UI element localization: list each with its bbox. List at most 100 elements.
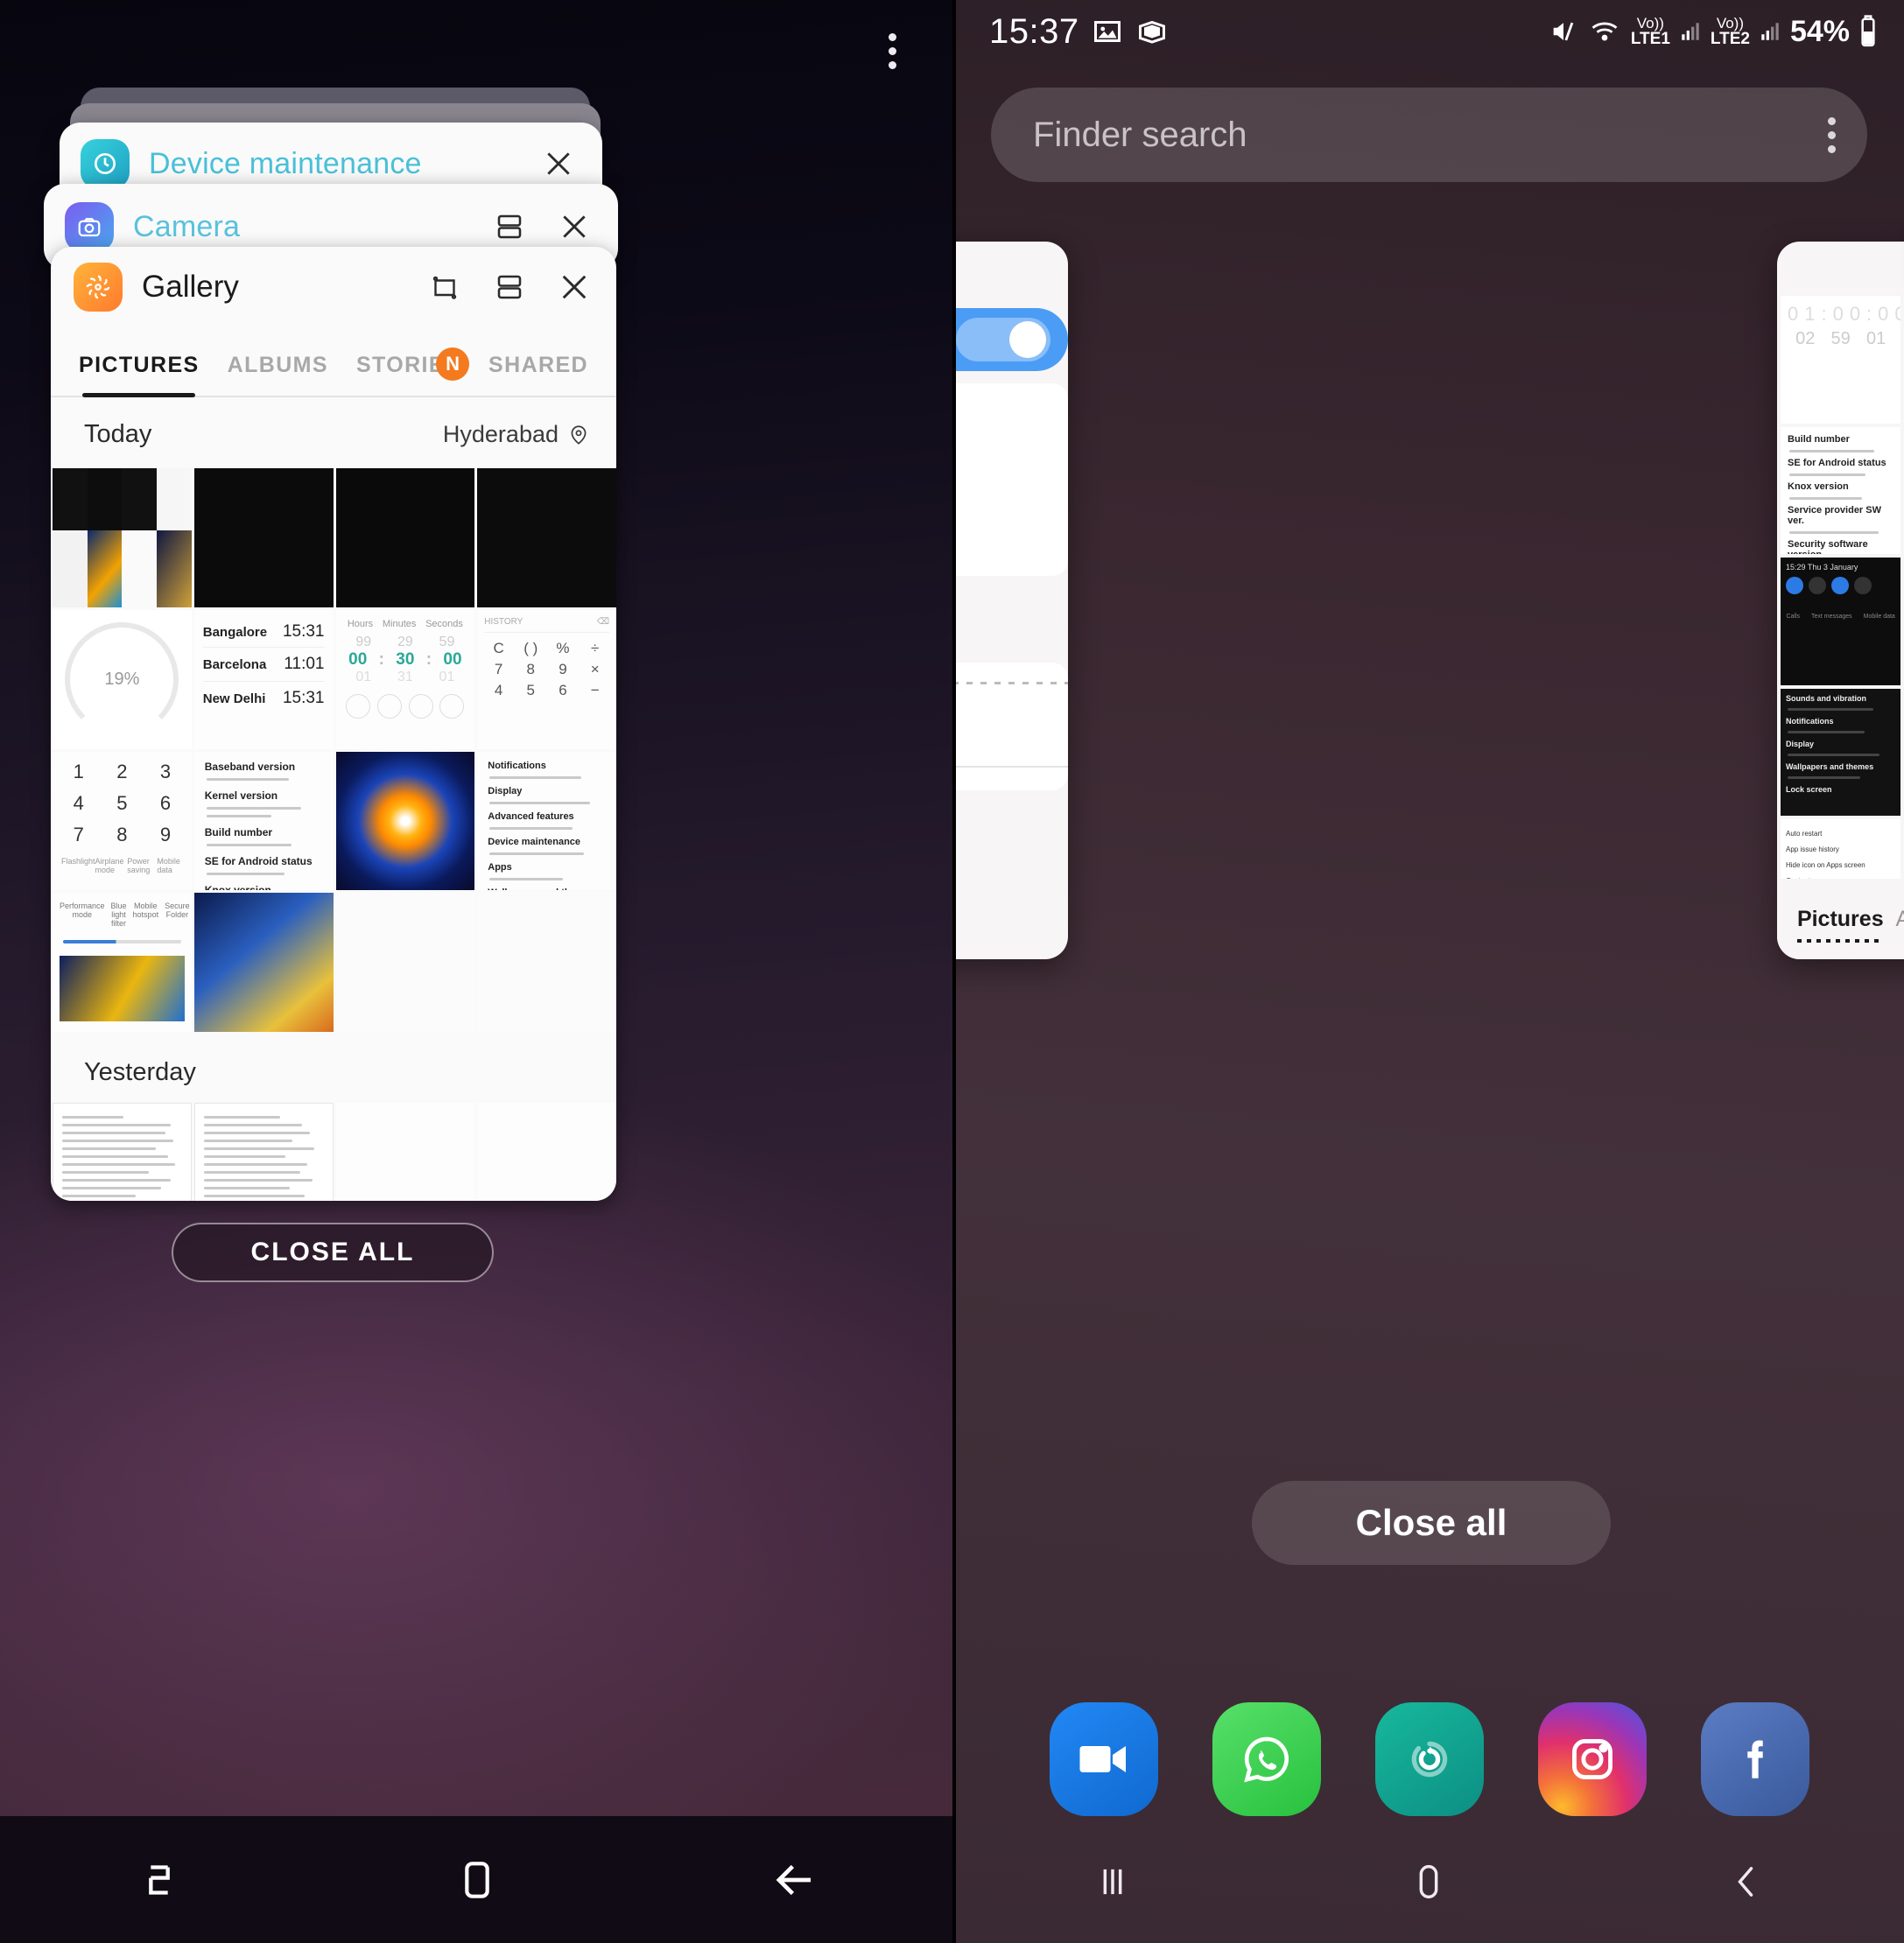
section-label-today: Today — [84, 420, 152, 448]
finder-search-bar[interactable]: Finder search — [991, 88, 1867, 182]
device-info-item: Knox version — [204, 883, 271, 891]
instagram-icon[interactable] — [1537, 1702, 1647, 1816]
photo-thumb-battery[interactable]: 19% — [53, 609, 192, 749]
photo-thumb-home-screen[interactable] — [193, 893, 334, 1032]
dial-key[interactable]: 3 — [148, 761, 183, 783]
home-button[interactable] — [438, 1849, 516, 1911]
calc-key[interactable]: C — [484, 640, 513, 657]
kebab-dot — [1828, 116, 1836, 125]
photo-thumb-settings-list[interactable]: Notifications Display Advanced features … — [477, 751, 616, 891]
calc-key[interactable]: 5 — [516, 682, 545, 699]
close-all-button[interactable]: CLOSE ALL — [172, 1223, 494, 1282]
tab-shared[interactable]: SHARED — [474, 353, 602, 396]
search-input[interactable]: Finder search — [1033, 116, 1828, 155]
tab-pictures[interactable]: PICTURES — [65, 353, 214, 397]
recent-card-title: Device maintenance — [149, 146, 422, 180]
gallery-bottom-tabs: Pictures Albums Stories Shared — [1777, 879, 1904, 959]
photo-thumb-calculator[interactable]: HISTORY ⌫ C ( ) % ÷ 7 8 9 × 4 5 6 − — [477, 609, 616, 749]
photo-thumb-about-phone[interactable]: Build number SE for Android status Knox … — [1781, 426, 1901, 555]
timer-header: Minutes — [382, 618, 417, 629]
settings-item: Notifications — [1786, 716, 1834, 726]
close-icon[interactable] — [537, 143, 580, 185]
photo-thumb-timer[interactable]: 01:00:00 02 59 01 — [1781, 296, 1901, 424]
calc-key[interactable]: × — [580, 661, 609, 678]
calc-key[interactable]: 8 — [516, 661, 545, 678]
recent-card-side-preview[interactable]: orner of the n corner. — [954, 242, 1068, 959]
kebab-dot — [1828, 130, 1836, 139]
photo-thumb-notification-panel[interactable]: 15:29 Thu 3 January Calls Text messages … — [1781, 558, 1901, 685]
calc-key[interactable]: ( ) — [516, 640, 545, 657]
photo-thumb-dialpad[interactable]: 1 2 3 4 5 6 7 8 9 Flashlight Airplane mo… — [53, 751, 192, 891]
facebook-icon[interactable] — [1700, 1702, 1809, 1816]
signal2-icon — [1761, 23, 1779, 40]
tab-stories[interactable]: STORIES N — [342, 347, 474, 396]
quick-toggle-label: Airplane mode — [95, 856, 124, 874]
photo-thumb-blank[interactable] — [335, 893, 475, 1032]
tab-label: PICTURES — [79, 353, 200, 377]
quick-toggle-label: Mobile hotspot — [132, 901, 159, 920]
dial-key[interactable]: 1 — [61, 761, 96, 783]
toggle-switch[interactable] — [954, 308, 1068, 371]
whatsapp-icon[interactable] — [1212, 1702, 1321, 1816]
popup-view-icon[interactable] — [424, 266, 466, 308]
photo-thumb-wallpaper[interactable] — [335, 751, 475, 891]
dial-key[interactable]: 7 — [61, 824, 96, 846]
dial-key[interactable]: 2 — [105, 761, 140, 783]
recent-card-gallery-main[interactable]: N 01:00:00 025901 +/- 0 · = |||◯‹ — [1777, 242, 1904, 959]
video-call-icon[interactable] — [1049, 1702, 1158, 1816]
menu-item[interactable]: Auto restart — [1786, 830, 1895, 838]
photo-thumb[interactable] — [477, 468, 616, 607]
document-thumb-empty — [335, 1103, 475, 1201]
photo-thumb[interactable] — [53, 468, 192, 607]
panel-divider — [952, 0, 956, 1943]
split-screen-icon[interactable] — [488, 206, 530, 248]
overflow-menu-button[interactable] — [872, 25, 912, 77]
home-button[interactable] — [1389, 1851, 1468, 1912]
close-icon[interactable] — [553, 206, 595, 248]
navigation-bar-right — [954, 1820, 1904, 1943]
clock-city: Barcelona — [202, 656, 267, 672]
photo-thumb-settings-dark[interactable]: Sounds and vibration Notifications Displ… — [1781, 688, 1901, 817]
calc-key[interactable]: − — [580, 682, 609, 699]
smart-manager-icon[interactable] — [1374, 1702, 1484, 1816]
dial-key[interactable]: 8 — [105, 824, 140, 846]
photo-thumb-world-clock[interactable]: Bangalore 15:31 Barcelona 11:01 New Delh… — [193, 609, 334, 749]
dial-key[interactable]: 5 — [105, 792, 140, 815]
dial-key[interactable]: 6 — [148, 792, 183, 815]
photo-thumb-quick-panel[interactable]: Performance mode Blue light filter Mobil… — [53, 893, 192, 1032]
calc-key[interactable]: 6 — [549, 682, 578, 699]
settings-item: Lock screen — [1786, 784, 1832, 794]
back-button[interactable] — [755, 1849, 834, 1911]
tab-pictures[interactable]: Pictures — [1796, 907, 1884, 943]
calc-key[interactable]: % — [549, 640, 578, 657]
calc-key[interactable]: 9 — [549, 661, 578, 678]
quick-toggle-label: Mobile data — [157, 856, 180, 874]
close-icon[interactable] — [553, 266, 595, 308]
menu-item[interactable]: App issue history — [1786, 845, 1895, 853]
quick-toggle-label: Power saving — [127, 856, 151, 874]
recents-button[interactable] — [120, 1849, 199, 1911]
recents-button[interactable] — [1073, 1851, 1152, 1912]
calc-key[interactable]: 7 — [484, 661, 513, 678]
dial-key[interactable]: 4 — [61, 792, 96, 815]
section-label-yesterday: Yesterday — [84, 1058, 196, 1086]
photo-thumb-blank[interactable] — [477, 893, 616, 1032]
photo-thumb[interactable] — [193, 468, 334, 607]
photo-thumb-timer[interactable]: Hours Minutes Seconds 99 29 59 00 : 30 :… — [335, 609, 475, 749]
dial-key[interactable]: 9 — [148, 824, 183, 846]
calc-key[interactable]: ÷ — [580, 640, 609, 657]
document-thumb[interactable] — [193, 1103, 334, 1201]
recent-card-gallery[interactable]: Gallery PICTURES ALBUMS STORIES N SHARED… — [51, 247, 616, 1201]
photo-thumb-about-phone[interactable]: Baseband version Kernel version Build nu… — [193, 751, 334, 891]
back-button[interactable] — [1706, 1851, 1785, 1912]
photo-thumb[interactable] — [335, 468, 475, 607]
split-screen-icon[interactable] — [488, 266, 530, 308]
menu-item[interactable]: Hide icon on Apps screen — [1786, 861, 1895, 869]
document-thumb[interactable] — [53, 1103, 192, 1201]
tab-albums[interactable]: ALBUMS — [214, 353, 342, 396]
tab-albums[interactable]: Albums — [1895, 907, 1904, 932]
calc-key[interactable]: 4 — [484, 682, 513, 699]
close-all-button[interactable]: Close all — [1252, 1481, 1611, 1565]
location-chip[interactable]: Hyderabad — [443, 421, 590, 448]
overflow-menu-button[interactable] — [1828, 116, 1836, 153]
